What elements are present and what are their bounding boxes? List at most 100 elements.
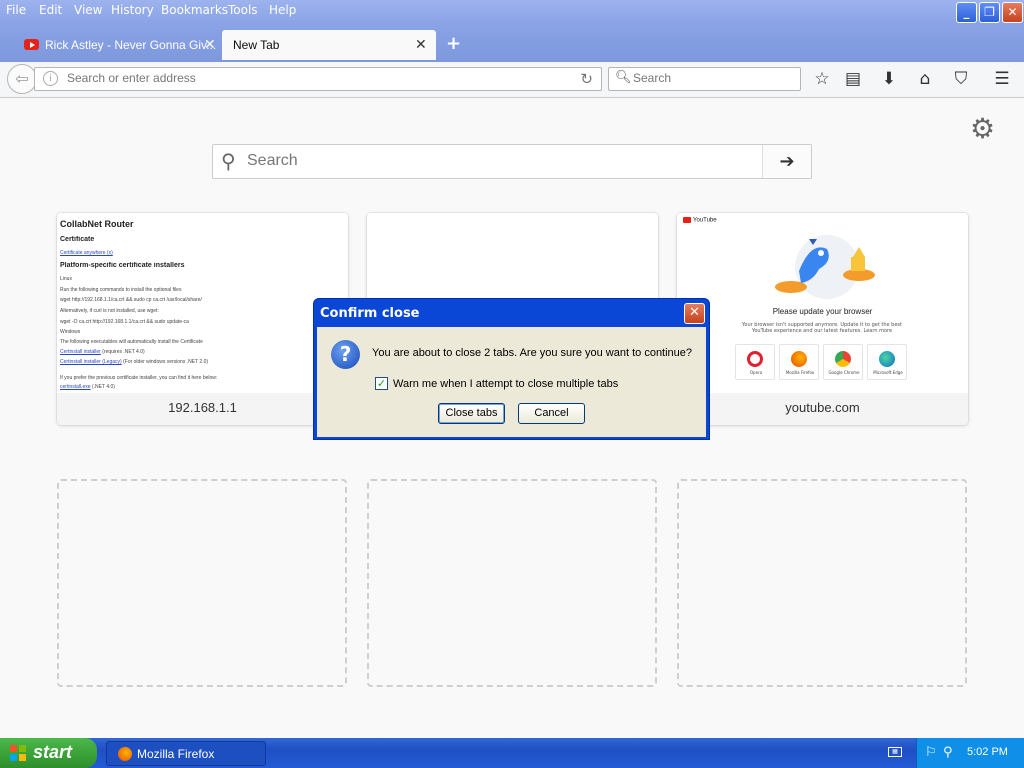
chrome-icon bbox=[835, 351, 851, 367]
dialog-body: ? You are about to close 2 tabs. Are you… bbox=[317, 327, 706, 437]
address-bar[interactable]: i ↻ bbox=[34, 67, 602, 91]
search-tray-icon[interactable]: ⚲ bbox=[943, 745, 953, 760]
gear-icon[interactable]: ⚙ bbox=[970, 112, 995, 145]
preview-cert-heading: Certificate bbox=[60, 236, 95, 243]
info-icon[interactable]: i bbox=[43, 71, 58, 86]
preview-windows: Windows bbox=[60, 329, 81, 335]
empty-tile-placeholder bbox=[57, 479, 347, 687]
menu-bar: File Edit View History Bookmarks Tools H… bbox=[0, 0, 1024, 24]
warn-checkbox-label[interactable]: Warn me when I attempt to close multiple… bbox=[393, 378, 618, 390]
reload-icon[interactable]: ↻ bbox=[580, 70, 593, 88]
restore-button[interactable]: ❐ bbox=[979, 2, 1000, 23]
search-icon: ⚲ bbox=[221, 149, 236, 173]
firefox-icon bbox=[118, 747, 132, 761]
system-tray: ⚐ ⚲ 5:02 PM bbox=[916, 738, 1024, 768]
downloads-icon[interactable]: ⬇ bbox=[878, 68, 900, 90]
preview-link3-row: certinstall.exe (.NET 4.0) bbox=[60, 384, 340, 390]
tab-rick-astley[interactable]: Rick Astley - Never Gonna Giv... ✕ bbox=[18, 30, 222, 60]
menu-help[interactable]: Help bbox=[269, 3, 296, 17]
newtab-search-input[interactable] bbox=[247, 152, 747, 170]
tab-label: Rick Astley - Never Gonna Giv... bbox=[45, 38, 217, 52]
tab-strip: Rick Astley - Never Gonna Giv... ✕ New T… bbox=[0, 24, 1024, 62]
preview-link1: Certinstall installer bbox=[60, 349, 101, 355]
start-label: start bbox=[33, 742, 73, 762]
library-icon[interactable]: ▤ bbox=[842, 68, 864, 90]
pocket-icon[interactable]: ⛉ bbox=[950, 68, 972, 90]
browser-name: Mozilla Firefox bbox=[785, 370, 815, 375]
tab-new-tab[interactable]: New Tab ✕ bbox=[222, 30, 436, 60]
preview-link1-note: (requires .NET 4.0) bbox=[102, 349, 145, 355]
preview-link2-row: Certinstall installer (Legacy) (For olde… bbox=[60, 359, 340, 365]
close-tabs-button[interactable]: Close tabs bbox=[438, 403, 505, 424]
preview-link1-row: Certinstall installer (requires .NET 4.0… bbox=[60, 349, 340, 355]
top-site-tile-router[interactable]: CollabNet Router Certificate Certificate… bbox=[57, 213, 348, 425]
menu-edit[interactable]: Edit bbox=[39, 3, 62, 17]
toolbar-search-input[interactable] bbox=[633, 71, 793, 85]
menu-tools[interactable]: Tools bbox=[228, 3, 258, 17]
taskbar-firefox-button[interactable]: Mozilla Firefox bbox=[106, 741, 266, 766]
preview-platform-heading: Platform-specific certificate installers bbox=[60, 262, 185, 269]
preview-linux-text: Run the following commands to install th… bbox=[60, 287, 182, 293]
arrow-right-icon: ➔ bbox=[779, 151, 795, 172]
dialog-close-button[interactable]: ✕ bbox=[684, 303, 705, 324]
preview-link3-note: (.NET 4.0) bbox=[91, 384, 115, 390]
cancel-button[interactable]: Cancel bbox=[518, 403, 585, 424]
preview-cmd2: wget -O ca.crt http://192.168.1.1/ca.crt… bbox=[60, 319, 189, 325]
yt-update-desc: Your browser isn't supported anymore. Up… bbox=[742, 322, 902, 334]
checkmark-icon: ✓ bbox=[376, 377, 387, 390]
address-input[interactable] bbox=[67, 71, 567, 85]
preview-cmd1: wget http://192.168.1.1/ca.crt && sudo c… bbox=[60, 297, 202, 303]
back-arrow-icon: ⇦ bbox=[15, 69, 29, 88]
restore-icon: ❐ bbox=[984, 5, 995, 19]
taskbar-window-label: Mozilla Firefox bbox=[137, 747, 215, 761]
tile-thumbnail: YouTube Please update your browser Your … bbox=[677, 213, 968, 393]
preview-linux: Linux bbox=[60, 276, 72, 282]
yt-update-title: Please update your browser bbox=[772, 307, 873, 316]
toolbar-search-box[interactable]: 🔍︎ bbox=[608, 67, 801, 91]
menu-bookmarks[interactable]: Bookmarks bbox=[161, 3, 228, 17]
browser-card-chrome: Google Chrome bbox=[823, 344, 863, 380]
keyboard-icon[interactable]: ▦ bbox=[888, 747, 902, 757]
firefox-icon bbox=[791, 351, 807, 367]
newtab-search-box[interactable]: ⚲ ➔ bbox=[212, 144, 812, 179]
taskbar: start Mozilla Firefox ▦ ⚐ ⚲ 5:02 PM bbox=[0, 738, 1024, 768]
question-icon: ? bbox=[331, 340, 360, 369]
network-icon[interactable]: ⚐ bbox=[925, 745, 937, 760]
minimize-icon: _ bbox=[963, 5, 970, 19]
browser-card-edge: Microsoft Edge bbox=[867, 344, 907, 380]
clock: 5:02 PM bbox=[967, 746, 1008, 758]
menu-file[interactable]: File bbox=[6, 3, 26, 17]
dialog-title: Confirm close bbox=[320, 306, 420, 321]
menu-history[interactable]: History bbox=[111, 3, 154, 17]
browser-name: Google Chrome bbox=[828, 370, 860, 375]
edge-icon bbox=[879, 351, 895, 367]
preview-fallback: If you prefer the previous certificate i… bbox=[60, 375, 218, 381]
dialog-message: You are about to close 2 tabs. Are you s… bbox=[372, 347, 693, 359]
browser-card-opera: Opera bbox=[735, 344, 775, 380]
top-site-tile-youtube[interactable]: YouTube Please update your browser Your … bbox=[677, 213, 968, 425]
back-button[interactable]: ⇦ bbox=[7, 64, 37, 94]
search-icon: 🔍︎ bbox=[615, 70, 632, 85]
start-button[interactable]: start bbox=[0, 738, 97, 768]
empty-tile-placeholder bbox=[677, 479, 967, 687]
warn-checkbox[interactable]: ✓ bbox=[375, 377, 388, 390]
window-close-button[interactable]: ✕ bbox=[1002, 2, 1023, 23]
preview-windows-text: The following executables will automatic… bbox=[60, 339, 203, 345]
menu-view[interactable]: View bbox=[74, 3, 102, 17]
empty-tile-placeholder bbox=[367, 479, 657, 687]
windows-flag-icon bbox=[10, 745, 27, 761]
preview-title: CollabNet Router bbox=[60, 219, 134, 229]
confirm-close-dialog: Confirm close ✕ ? You are about to close… bbox=[313, 298, 710, 440]
tab-close-icon[interactable]: ✕ bbox=[204, 36, 216, 53]
bookmark-star-icon[interactable]: ☆ bbox=[811, 68, 833, 90]
youtube-icon bbox=[24, 39, 39, 50]
opera-icon bbox=[747, 351, 763, 367]
hamburger-menu-icon[interactable]: ☰ bbox=[991, 68, 1013, 90]
minimize-button[interactable]: _ bbox=[956, 2, 977, 23]
home-icon[interactable]: ⌂ bbox=[914, 68, 936, 90]
new-tab-plus-icon[interactable]: + bbox=[446, 33, 461, 54]
tab-label: New Tab bbox=[233, 38, 280, 52]
tab-close-icon[interactable]: ✕ bbox=[415, 36, 427, 53]
tile-thumbnail: CollabNet Router Certificate Certificate… bbox=[57, 213, 348, 393]
search-go-button[interactable]: ➔ bbox=[762, 145, 811, 178]
